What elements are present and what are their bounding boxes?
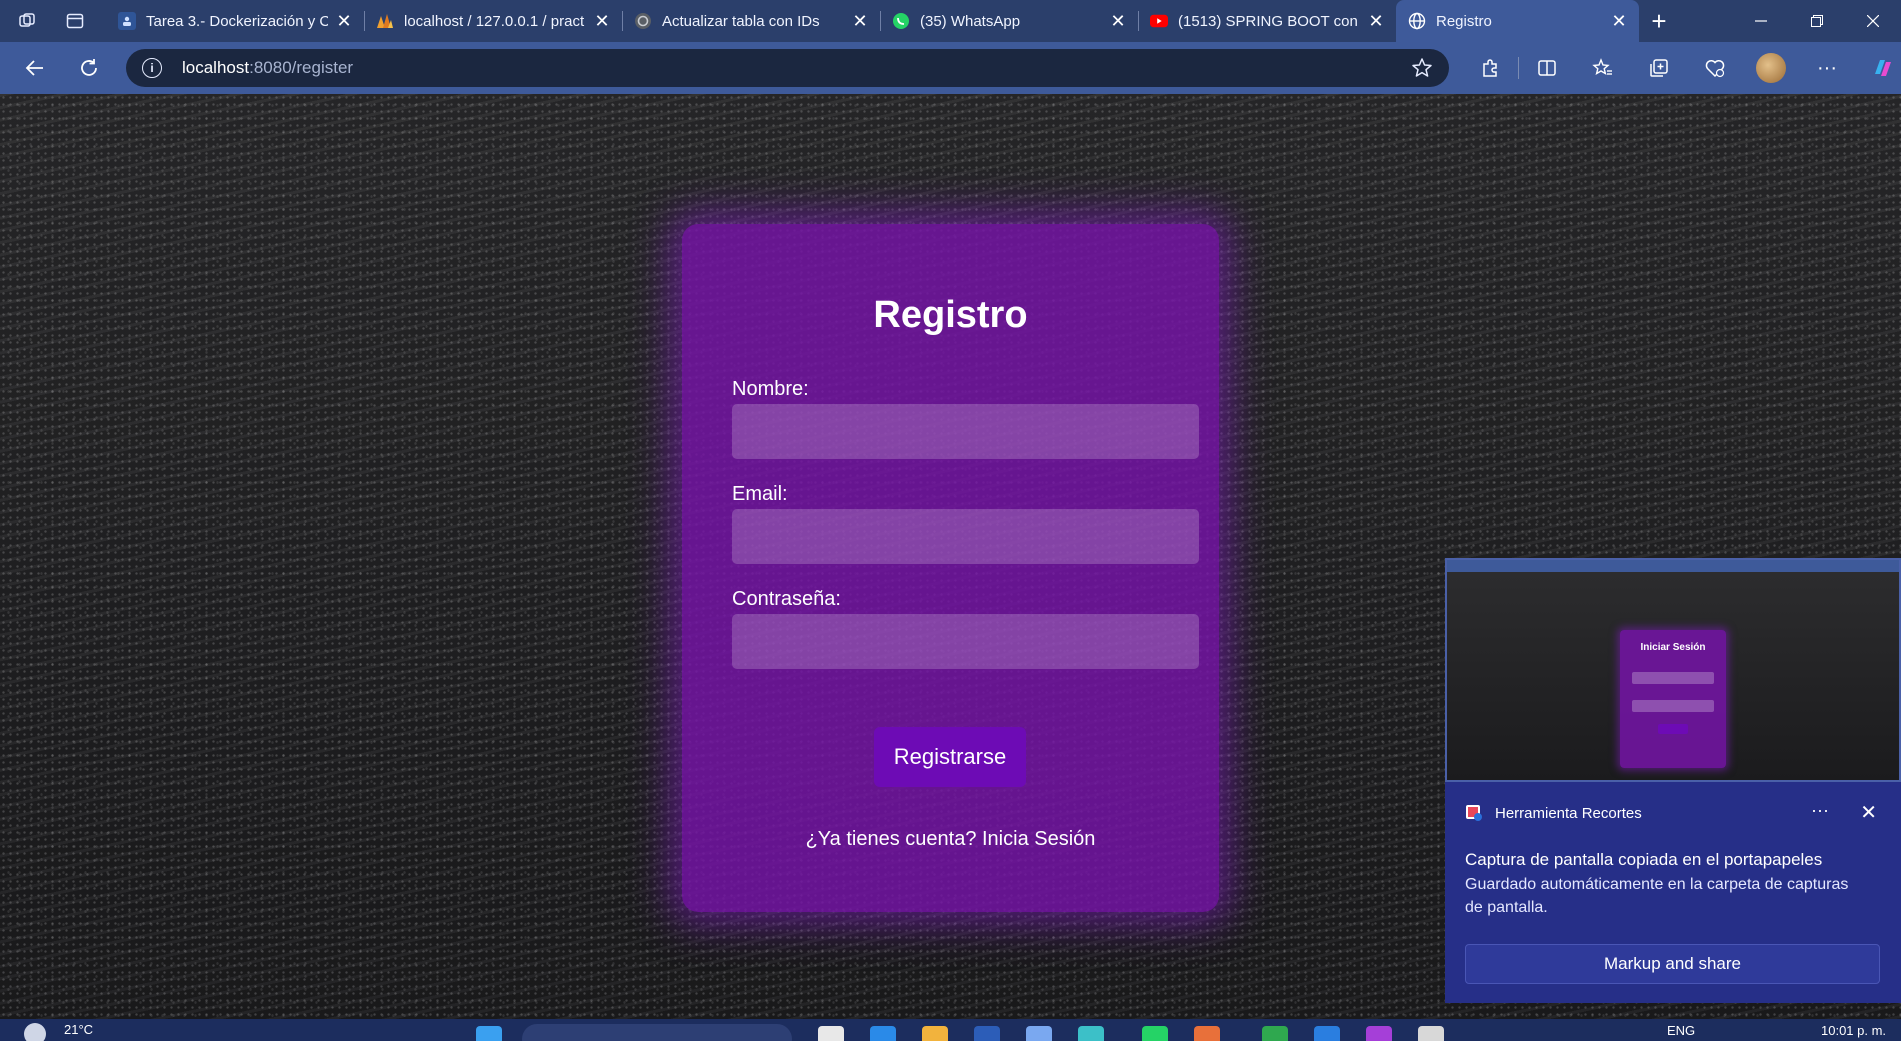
- taskbar-search[interactable]: [522, 1024, 792, 1041]
- close-icon[interactable]: ✕: [1110, 11, 1126, 32]
- close-window-icon[interactable]: [1845, 0, 1901, 42]
- url-host: localhost: [182, 58, 250, 77]
- favorites-icon[interactable]: [1575, 42, 1631, 94]
- favorite-star-icon[interactable]: [1411, 57, 1433, 84]
- weather-icon[interactable]: [24, 1023, 46, 1041]
- thumbnail-title: Iniciar Sesión: [1640, 642, 1706, 653]
- tab-tarea[interactable]: Tarea 3.- Dockerización y C ✕: [106, 0, 364, 42]
- tab-youtube[interactable]: (1513) SPRING BOOT con D ✕: [1138, 0, 1396, 42]
- close-icon[interactable]: ✕: [336, 11, 352, 32]
- taskbar-app-icon[interactable]: [1194, 1026, 1220, 1041]
- tab-title: Actualizar tabla con IDs: [662, 12, 820, 30]
- taskbar-clock[interactable]: 10:01 p. m.: [1821, 1023, 1886, 1038]
- extensions-icon[interactable]: [1462, 42, 1518, 94]
- notification-title: Captura de pantalla copiada en el portap…: [1465, 850, 1823, 869]
- browser-essentials-icon[interactable]: [1687, 42, 1743, 94]
- copilot-icon[interactable]: [1855, 42, 1901, 94]
- notification-header: Herramienta Recortes: [1465, 804, 1642, 822]
- minimize-icon[interactable]: [1733, 0, 1789, 42]
- thumbnail-toolbar: [1447, 560, 1899, 572]
- name-label: Nombre:: [732, 378, 809, 400]
- taskbar-app-icon[interactable]: [1314, 1026, 1340, 1041]
- login-prompt: ¿Ya tienes cuenta? Inicia Sesión: [682, 828, 1219, 851]
- notification-body: Guardado automáticamente en la carpeta d…: [1465, 876, 1849, 916]
- thumbnail-button: [1658, 724, 1688, 734]
- youtube-icon: [1150, 12, 1168, 30]
- email-input[interactable]: [732, 509, 1199, 564]
- window-controls: [1733, 0, 1901, 42]
- close-icon[interactable]: ✕: [1368, 11, 1384, 32]
- site-info-icon[interactable]: i: [142, 58, 162, 78]
- taskbar-app-icon[interactable]: [1026, 1026, 1052, 1041]
- openai-icon: [634, 12, 652, 30]
- whatsapp-icon: [892, 12, 910, 30]
- tab-phpmyadmin[interactable]: localhost / 127.0.0.1 / pract ✕: [364, 0, 622, 42]
- url-path: :8080/register: [249, 58, 354, 77]
- app-name: Herramienta Recortes: [1495, 804, 1642, 822]
- taskbar-app-icon[interactable]: [1418, 1026, 1444, 1041]
- toolbar-actions: ···: [1462, 42, 1901, 94]
- email-label: Email:: [732, 483, 788, 505]
- tab-actions-icon[interactable]: [58, 4, 92, 38]
- whatsapp-icon[interactable]: [1142, 1026, 1168, 1041]
- tab-title: Registro: [1436, 12, 1492, 30]
- tab-title: localhost / 127.0.0.1 / pract: [404, 12, 585, 30]
- collections-icon[interactable]: [1631, 42, 1687, 94]
- password-label: Contraseña:: [732, 588, 841, 610]
- taskbar-app-icon[interactable]: [1262, 1026, 1288, 1041]
- taskbar-app-icon[interactable]: [870, 1026, 896, 1041]
- close-icon[interactable]: ✕: [594, 11, 610, 32]
- browser-toolbar: i localhost:8080/register ···: [0, 42, 1901, 94]
- tab-title: (1513) SPRING BOOT con D: [1178, 12, 1360, 30]
- thumbnail-page: Iniciar Sesión: [1447, 572, 1899, 780]
- tab-strip: Tarea 3.- Dockerización y C ✕ localhost …: [0, 0, 1901, 42]
- globe-icon: [1408, 12, 1426, 30]
- folder-icon[interactable]: [922, 1026, 948, 1041]
- register-form: Registro Nombre: Email: Contraseña: Regi…: [682, 224, 1219, 912]
- tab-title: Tarea 3.- Dockerización y C: [146, 12, 328, 30]
- tab-title: (35) WhatsApp: [920, 12, 1021, 30]
- register-button[interactable]: Registrarse: [874, 727, 1026, 787]
- split-screen-icon[interactable]: [1519, 42, 1575, 94]
- tab-whatsapp[interactable]: (35) WhatsApp ✕: [880, 0, 1138, 42]
- snipping-tool-icon: [1465, 804, 1483, 822]
- refresh-icon[interactable]: [62, 42, 116, 94]
- taskbar-app-icon[interactable]: [818, 1026, 844, 1041]
- start-icon[interactable]: [476, 1026, 502, 1041]
- edge-icon[interactable]: [1078, 1026, 1104, 1041]
- snipping-notification: Herramienta Recortes ··· ✕ Captura de pa…: [1445, 782, 1901, 1003]
- thumbnail-input: [1632, 700, 1714, 712]
- new-tab-button[interactable]: +: [1639, 6, 1679, 37]
- more-options-icon[interactable]: ···: [1799, 42, 1855, 94]
- phpmyadmin-icon: [376, 12, 394, 30]
- login-link[interactable]: ¿Ya tienes cuenta? Inicia Sesión: [806, 828, 1096, 850]
- markup-share-button[interactable]: Markup and share: [1465, 944, 1880, 984]
- weather-temperature[interactable]: 21°C: [64, 1022, 93, 1037]
- close-icon[interactable]: ✕: [852, 11, 868, 32]
- more-options-icon[interactable]: ···: [1811, 800, 1829, 821]
- close-icon[interactable]: ✕: [1611, 11, 1627, 32]
- taskbar: 21°C ENG 10:01 p. m.: [0, 1019, 1901, 1041]
- tab-registro[interactable]: Registro ✕: [1396, 0, 1639, 42]
- input-language[interactable]: ENG: [1667, 1023, 1695, 1038]
- profile-avatar[interactable]: [1743, 42, 1799, 94]
- page-title: Registro: [873, 294, 1028, 336]
- back-icon[interactable]: [8, 42, 62, 94]
- close-icon[interactable]: ✕: [1860, 800, 1877, 825]
- name-input[interactable]: [732, 404, 1199, 459]
- avatar: [1756, 53, 1786, 83]
- address-bar[interactable]: i localhost:8080/register: [126, 49, 1449, 87]
- screenshot-thumbnail[interactable]: Iniciar Sesión: [1445, 558, 1901, 782]
- thumbnail-input: [1632, 672, 1714, 684]
- taskbar-app-icon[interactable]: [974, 1026, 1000, 1041]
- workspaces-icon[interactable]: [10, 4, 44, 38]
- document-icon: [118, 12, 136, 30]
- tab-chatgpt[interactable]: Actualizar tabla con IDs ✕: [622, 0, 880, 42]
- thumbnail-login-card: Iniciar Sesión: [1620, 630, 1726, 768]
- password-input[interactable]: [732, 614, 1199, 669]
- taskbar-app-icon[interactable]: [1366, 1026, 1392, 1041]
- restore-icon[interactable]: [1789, 0, 1845, 42]
